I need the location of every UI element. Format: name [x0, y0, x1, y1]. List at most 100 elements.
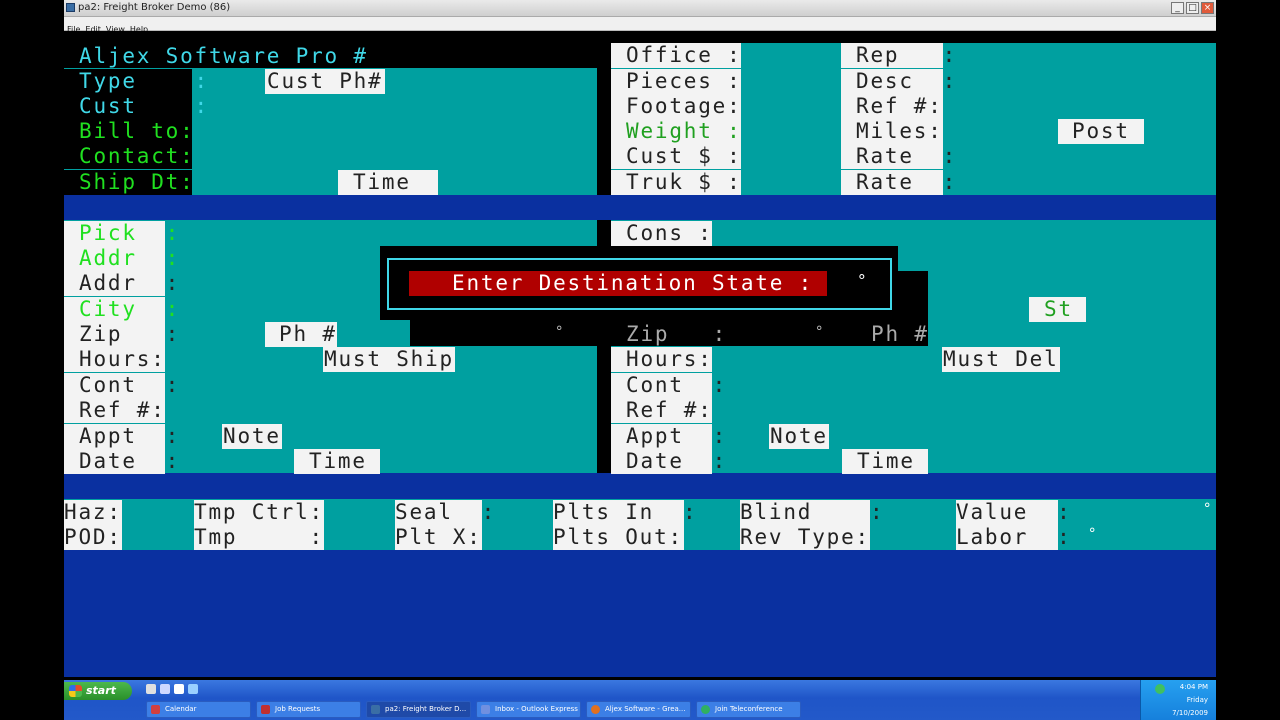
post-button[interactable]: Post [1058, 119, 1144, 144]
pick-phone-button[interactable]: Ph # [265, 322, 337, 347]
ship-time-button[interactable]: Time [338, 170, 438, 195]
cust-ph-button[interactable]: Cust Ph# [265, 69, 385, 94]
must-ship-button[interactable]: Must Ship [323, 347, 455, 372]
rate-label: Rate : [841, 144, 955, 169]
office-label: Office : [611, 43, 741, 68]
tmp-label: Tmp : [194, 525, 324, 550]
blind-label: Blind : [740, 500, 885, 525]
taskbar-button-job-requests[interactable]: Job Requests [256, 701, 361, 718]
clock-day: Friday [1186, 696, 1208, 704]
cursor-marker: ° [555, 324, 566, 340]
truk-dollar-label: Truk $ : [611, 170, 741, 195]
plt-x-label: Plt X: [395, 525, 482, 550]
must-del-button[interactable]: Must Del [942, 347, 1060, 372]
pick-cont-label: Cont : [64, 373, 178, 398]
dialog-prompt: Enter Destination State : [409, 271, 827, 296]
clock-time[interactable]: 4:04 PM [1180, 683, 1208, 691]
app-header: Aljex Software Pro # [79, 44, 368, 68]
clock-date: 7/10/2009 [1172, 709, 1208, 717]
pick-note-button[interactable]: Note [222, 424, 282, 449]
job-requests-icon [261, 705, 270, 714]
weight-label: Weight : [611, 119, 741, 144]
system-tray: 4:04 PM Friday 7/10/2009 [1140, 680, 1216, 720]
calendar-icon [151, 705, 160, 714]
cons-state-button[interactable]: St [1029, 297, 1086, 322]
close-button[interactable]: × [1201, 2, 1214, 14]
pick-zip-label: Zip : [64, 322, 178, 347]
terminal-icon [371, 705, 380, 714]
taskbar-button-teleconference[interactable]: Join Teleconference [696, 701, 801, 718]
cons-label: Cons : [611, 221, 712, 246]
bill-to-label: Bill to: [64, 119, 193, 144]
taskbar-button-freight-broker[interactable]: pa2: Freight Broker D... [366, 701, 471, 718]
start-button[interactable]: start [64, 682, 132, 700]
cursor-marker: ° [1203, 501, 1214, 517]
quicklaunch-icon[interactable] [188, 684, 198, 694]
miles-label: Miles: [841, 119, 943, 144]
empty-area [64, 550, 1216, 677]
windows-logo-icon [69, 685, 82, 697]
pick-label: Pick : [64, 221, 178, 246]
pick-addr2-label: Addr : [64, 271, 178, 296]
network-icon[interactable] [1155, 684, 1165, 694]
ref-label: Ref #: [841, 94, 943, 119]
cursor-marker: ° [1088, 526, 1099, 542]
cons-appt-label: Appt : [611, 424, 725, 449]
pod-label: POD: [64, 525, 122, 550]
quicklaunch-icon[interactable] [146, 684, 156, 694]
taskbar-button-label: pa2: Freight Broker D... [385, 705, 467, 713]
pieces-label: Pieces : [611, 69, 741, 94]
pick-time-button[interactable]: Time [294, 449, 380, 474]
pick-ref-label: Ref #: [64, 398, 165, 423]
cons-date-label: Date : [611, 449, 725, 474]
cursor-marker: ° [815, 324, 826, 340]
state-input[interactable]: ° [857, 268, 868, 293]
cons-zip-label: Zip : [626, 322, 728, 346]
quicklaunch-icon[interactable] [160, 684, 170, 694]
window-title: pa2: Freight Broker Demo (86) [78, 2, 231, 13]
pick-hours-label: Hours: [64, 347, 165, 372]
value-label: Value : [956, 500, 1072, 525]
taskbar-button-label: Calendar [165, 705, 197, 713]
pick-city-label: City : [64, 297, 178, 322]
pick-addr-label: Addr : [64, 246, 178, 271]
minimize-button[interactable]: _ [1171, 2, 1184, 14]
contact-label: Contact: [64, 144, 193, 169]
cons-time-button[interactable]: Time [842, 449, 928, 474]
plts-out-label: Plts Out: [553, 525, 684, 550]
screen: pa2: Freight Broker Demo (86) _ □ × File… [0, 0, 1280, 720]
cust-dollar-label: Cust $ : [611, 144, 741, 169]
cons-hours-label: Hours: [611, 347, 712, 372]
seal-label: Seal : [395, 500, 497, 525]
taskbar: start Calendar Job Requests pa2: Freight… [64, 680, 1216, 720]
taskbar-button-label: Join Teleconference [715, 705, 783, 713]
start-label: start [86, 684, 116, 697]
menu-bar: File Edit View Help [64, 17, 1216, 34]
taskbar-button-outlook-express[interactable]: Inbox - Outlook Express [476, 701, 581, 718]
teleconference-icon [701, 705, 710, 714]
taskbar-button-label: Inbox - Outlook Express [495, 705, 578, 713]
labor-label: Labor : [956, 525, 1072, 550]
footage-label: Footage: [611, 94, 741, 119]
app-icon[interactable] [66, 3, 75, 12]
mail-icon [481, 705, 490, 714]
cons-ref-label: Ref #: [611, 398, 712, 423]
taskbar-button-calendar[interactable]: Calendar [146, 701, 251, 718]
haz-label: Haz: [64, 500, 122, 525]
taskbar-button-label: Job Requests [275, 705, 321, 713]
taskbar-button-aljex-browser[interactable]: Aljex Software - Grea... [586, 701, 691, 718]
cons-note-button[interactable]: Note [769, 424, 829, 449]
rev-type-label: Rev Type: [740, 525, 870, 550]
type-label: Type : [64, 69, 207, 94]
rep-label: Rep : [841, 43, 955, 68]
window-titlebar[interactable]: pa2: Freight Broker Demo (86) _ □ × [64, 0, 1216, 17]
quicklaunch-icon[interactable] [174, 684, 184, 694]
firefox-icon [591, 705, 600, 714]
desc-label: Desc : [841, 69, 955, 94]
ship-dt-label: Ship Dt: [64, 170, 193, 195]
dialog-shadow [898, 271, 928, 320]
pick-date-label: Date : [64, 449, 178, 474]
separator-bar [64, 195, 1216, 220]
tmp-ctrl-label: Tmp Ctrl: [194, 500, 324, 525]
maximize-button[interactable]: □ [1186, 2, 1199, 14]
